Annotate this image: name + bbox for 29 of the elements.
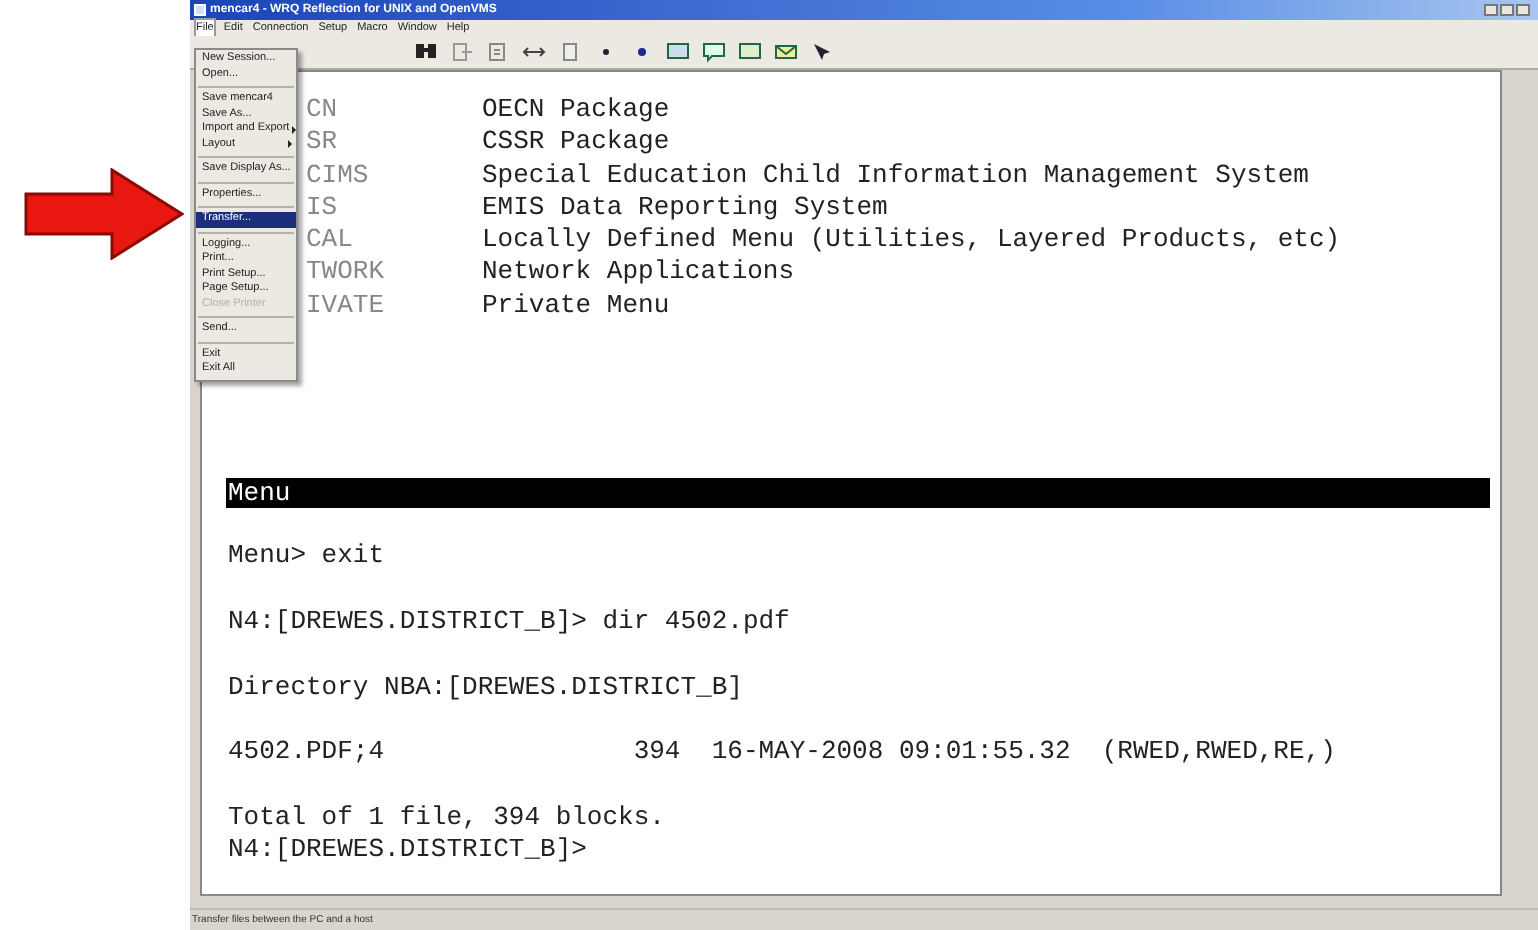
- menu-description: OECN Package: [482, 94, 672, 127]
- monitor-icon[interactable]: [738, 40, 762, 64]
- terminal-line: N4:[DREWES.DISTRICT_B]> dir 4502.pdf: [228, 605, 792, 639]
- menu-code: SR: [306, 126, 340, 160]
- terminal-line: Total of 1 file, 394 blocks.: [228, 801, 667, 835]
- speech-bubble-icon[interactable]: [702, 40, 726, 64]
- monitor-icon[interactable]: [666, 40, 690, 64]
- menu-header-bar: Menu: [226, 478, 1490, 509]
- menu-code: IVATE: [306, 289, 387, 323]
- menu-code: TWORK: [306, 256, 387, 290]
- menu-code: CN: [306, 94, 340, 127]
- envelope-icon[interactable]: [774, 40, 798, 64]
- app-icon: [194, 4, 206, 16]
- menu-code: IS: [306, 191, 340, 225]
- menu-description: Network Applications: [482, 256, 797, 290]
- page-icon[interactable]: [486, 40, 510, 64]
- menu-code: CIMS: [306, 159, 371, 192]
- document-icon[interactable]: [558, 40, 582, 64]
- menu-description: Private Menu: [482, 289, 672, 323]
- terminal-line: Menu> exit: [228, 540, 387, 574]
- menu-description: Locally Defined Menu (Utilities, Layered Products, etc): [482, 224, 1343, 257]
- terminal-line: Directory NBA:[DREWES.DISTRICT_B]: [228, 671, 745, 704]
- menu-description: EMIS Data Reporting System: [482, 191, 890, 225]
- terminal-line: 4502.PDF;4 394 16-MAY-2008 09:01:55.32 (RWED,RWED,RE,): [228, 736, 1338, 769]
- menu-description: CSSR Package: [482, 126, 672, 160]
- menu-code: CAL: [306, 224, 355, 257]
- menu-description: Special Education Child Information Management System: [482, 159, 1311, 192]
- help-pointer-icon[interactable]: [810, 40, 834, 64]
- terminal-line: N4:[DREWES.DISTRICT_B]>: [228, 834, 589, 867]
